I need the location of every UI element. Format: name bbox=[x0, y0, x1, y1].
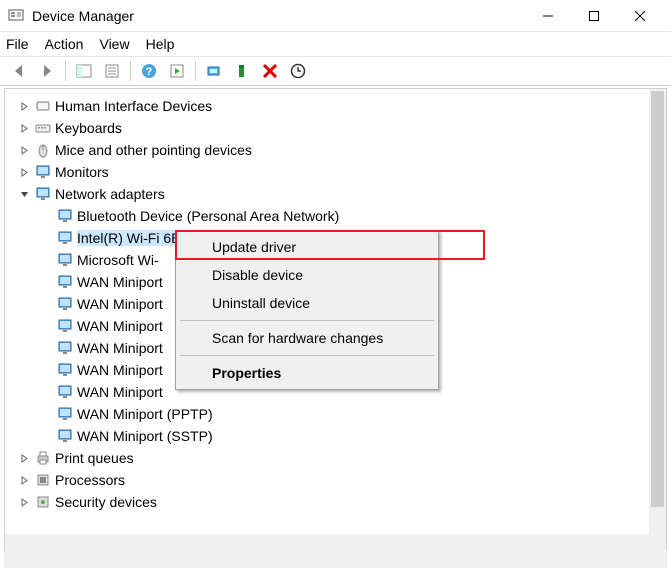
device-icon bbox=[57, 230, 73, 246]
tree-category[interactable]: Processors bbox=[17, 469, 662, 491]
tree-category[interactable]: Print queues bbox=[17, 447, 662, 469]
category-label: Human Interface Devices bbox=[55, 98, 212, 114]
device-icon bbox=[57, 208, 73, 224]
action-toolbar-button[interactable] bbox=[164, 58, 190, 84]
device-label: WAN Miniport (SSTP) bbox=[77, 428, 213, 444]
tree-category[interactable]: Monitors bbox=[17, 161, 662, 183]
toolbar: ? bbox=[0, 56, 671, 86]
category-icon bbox=[35, 450, 51, 466]
device-label: WAN Miniport bbox=[77, 318, 163, 334]
ctx-uninstall-device[interactable]: Uninstall device bbox=[178, 289, 436, 317]
properties-toolbar-button[interactable] bbox=[99, 58, 125, 84]
tree-category[interactable]: Keyboards bbox=[17, 117, 662, 139]
device-label: WAN Miniport bbox=[77, 362, 163, 378]
menu-view[interactable]: View bbox=[99, 36, 129, 52]
device-icon bbox=[57, 252, 73, 268]
ctx-disable-device[interactable]: Disable device bbox=[178, 261, 436, 289]
forward-button[interactable] bbox=[34, 58, 60, 84]
device-icon bbox=[57, 274, 73, 290]
back-button[interactable] bbox=[6, 58, 32, 84]
status-bar bbox=[4, 550, 667, 568]
device-label: WAN Miniport bbox=[77, 384, 163, 400]
device-label: WAN Miniport bbox=[77, 340, 163, 356]
app-icon bbox=[8, 8, 24, 24]
category-icon bbox=[35, 494, 51, 510]
add-legacy-button[interactable] bbox=[229, 58, 255, 84]
device-icon bbox=[57, 340, 73, 356]
device-label: WAN Miniport bbox=[77, 296, 163, 312]
device-icon bbox=[57, 318, 73, 334]
category-icon bbox=[35, 472, 51, 488]
category-label: Keyboards bbox=[55, 120, 122, 136]
tree-device[interactable]: WAN Miniport (SSTP) bbox=[39, 425, 662, 447]
menu-action[interactable]: Action bbox=[45, 36, 84, 52]
help-button[interactable]: ? bbox=[136, 58, 162, 84]
expander-icon[interactable] bbox=[17, 451, 31, 465]
titlebar: Device Manager bbox=[0, 0, 671, 32]
category-label: Security devices bbox=[55, 494, 157, 510]
device-label: Bluetooth Device (Personal Area Network) bbox=[77, 208, 339, 224]
menubar: File Action View Help bbox=[0, 32, 671, 56]
ctx-update-driver[interactable]: Update driver bbox=[178, 233, 436, 261]
category-label: Processors bbox=[55, 472, 125, 488]
update-driver-toolbar-button[interactable] bbox=[285, 58, 311, 84]
uninstall-toolbar-button[interactable] bbox=[257, 58, 283, 84]
tree-category[interactable]: Mice and other pointing devices bbox=[17, 139, 662, 161]
tree-category[interactable]: Security devices bbox=[17, 491, 662, 513]
category-icon bbox=[35, 186, 51, 202]
ctx-properties[interactable]: Properties bbox=[178, 359, 436, 387]
device-icon bbox=[57, 384, 73, 400]
ctx-separator bbox=[180, 355, 434, 356]
expander-icon[interactable] bbox=[17, 187, 31, 201]
horizontal-scrollbar[interactable] bbox=[5, 534, 649, 551]
device-label: WAN Miniport (PPTP) bbox=[77, 406, 213, 422]
tree-area: Human Interface Devices Keyboards Mice and… bbox=[4, 88, 667, 552]
category-icon bbox=[35, 142, 51, 158]
category-icon bbox=[35, 120, 51, 136]
maximize-button[interactable] bbox=[571, 0, 617, 32]
menu-file[interactable]: File bbox=[6, 36, 29, 52]
expander-icon[interactable] bbox=[17, 165, 31, 179]
minimize-button[interactable] bbox=[525, 0, 571, 32]
expander-icon[interactable] bbox=[17, 121, 31, 135]
device-label: Microsoft Wi- bbox=[77, 252, 159, 268]
context-menu: Update driver Disable device Uninstall d… bbox=[175, 230, 439, 390]
category-label: Network adapters bbox=[55, 186, 165, 202]
expander-icon[interactable] bbox=[17, 473, 31, 487]
ctx-scan-hardware[interactable]: Scan for hardware changes bbox=[178, 324, 436, 352]
device-icon bbox=[57, 406, 73, 422]
tree-device[interactable]: Bluetooth Device (Personal Area Network) bbox=[39, 205, 662, 227]
close-button[interactable] bbox=[617, 0, 663, 32]
tree-category[interactable]: Network adapters bbox=[17, 183, 662, 205]
device-label: WAN Miniport bbox=[77, 274, 163, 290]
vertical-scrollbar[interactable] bbox=[649, 89, 666, 551]
menu-help[interactable]: Help bbox=[146, 36, 175, 52]
show-hide-tree-button[interactable] bbox=[71, 58, 97, 84]
expander-icon[interactable] bbox=[17, 495, 31, 509]
tree-device[interactable]: WAN Miniport (PPTP) bbox=[39, 403, 662, 425]
window-title: Device Manager bbox=[32, 8, 525, 24]
device-icon bbox=[57, 362, 73, 378]
device-icon bbox=[57, 296, 73, 312]
tree-category[interactable]: Human Interface Devices bbox=[17, 95, 662, 117]
category-icon bbox=[35, 164, 51, 180]
scan-hardware-button[interactable] bbox=[201, 58, 227, 84]
device-icon bbox=[57, 428, 73, 444]
ctx-separator bbox=[180, 320, 434, 321]
category-label: Monitors bbox=[55, 164, 109, 180]
category-label: Mice and other pointing devices bbox=[55, 142, 252, 158]
expander-icon[interactable] bbox=[17, 143, 31, 157]
svg-text:?: ? bbox=[146, 66, 153, 78]
category-label: Print queues bbox=[55, 450, 134, 466]
expander-icon[interactable] bbox=[17, 99, 31, 113]
category-icon bbox=[35, 98, 51, 114]
